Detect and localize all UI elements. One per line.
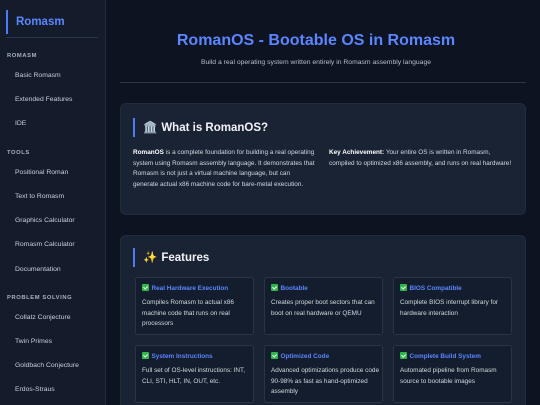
check-icon	[400, 284, 407, 291]
feature-title-text: Optimized Code	[280, 353, 330, 360]
sidebar-item-collatz-conjecture[interactable]: Collatz Conjecture	[15, 314, 71, 321]
feature-description: Advanced optimizations produce code 90-9…	[271, 367, 379, 396]
feature-title: Optimized Code	[271, 352, 329, 360]
feature-description: Automated pipeline from Romasm source to…	[400, 367, 497, 385]
sidebar-item-romasm-calculator[interactable]: Romasm Calculator	[15, 241, 75, 248]
sparkles-icon: ✨	[143, 250, 158, 264]
feature-title-text: Bootable	[280, 285, 308, 292]
feature-title: BIOS Compatible	[400, 284, 462, 292]
feature-title-text: Real Hardware Execution	[151, 285, 229, 292]
feature-real-hardware: Real Hardware Execution Compiles Romasm …	[135, 277, 254, 335]
feature-description: Complete BIOS interrupt library for hard…	[400, 299, 499, 317]
page-subtitle: Build a real operating system written en…	[200, 59, 432, 66]
about-card: 🏛️ What is RomanOS? RomanOS is a complete…	[120, 103, 526, 215]
check-icon	[142, 284, 149, 291]
feature-system-instructions: System Instructions Full set of OS-level…	[135, 345, 254, 403]
about-left-bold: RomanOS	[133, 149, 164, 156]
sidebar: Romasm ROMASM Basic Romasm Extended Feat…	[0, 0, 106, 405]
sidebar-item-documentation[interactable]: Documentation	[15, 266, 61, 273]
feature-complete-build-system: Complete Build System Automated pipeline…	[393, 345, 512, 403]
feature-title-text: Complete Build System	[409, 353, 481, 360]
sidebar-item-extended-features[interactable]: Extended Features	[15, 96, 72, 103]
sidebar-section-tools: TOOLS	[7, 150, 30, 156]
sidebar-brand[interactable]: Romasm	[6, 10, 100, 34]
feature-title-text: BIOS Compatible	[409, 285, 462, 292]
feature-title: Real Hardware Execution	[142, 284, 228, 292]
sidebar-divider	[6, 37, 98, 38]
features-title-text: Features	[161, 252, 210, 264]
feature-title: Complete Build System	[400, 352, 481, 360]
sidebar-item-positional-roman[interactable]: Positional Roman	[15, 169, 68, 176]
feature-optimized-code: Optimized Code Advanced optimizations pr…	[264, 345, 383, 403]
feature-description: Creates proper boot sectors that can boo…	[271, 299, 375, 317]
feature-description: Compiles Romasm to actual x86 machine co…	[142, 299, 234, 328]
sidebar-item-text-to-romasm[interactable]: Text to Romasm	[15, 193, 64, 200]
feature-bootable: Bootable Creates proper boot sectors tha…	[264, 277, 383, 335]
main-content: RomanOS - Bootable OS in Romasm Build a …	[106, 0, 540, 405]
about-description: RomanOS is a complete foundation for bui…	[133, 148, 315, 190]
header-divider	[120, 82, 526, 83]
feature-bios-compatible: BIOS Compatible Complete BIOS interrupt …	[393, 277, 512, 335]
feature-title: System Instructions	[142, 352, 213, 360]
sidebar-item-erdos-straus[interactable]: Erdos-Straus	[15, 386, 55, 393]
sidebar-item-basic-romasm[interactable]: Basic Romasm	[15, 72, 61, 79]
about-title-text: What is RomanOS?	[161, 122, 269, 134]
feature-title-text: System Instructions	[151, 353, 213, 360]
sidebar-item-goldbach-conjecture[interactable]: Goldbach Conjecture	[15, 362, 79, 369]
page-title: RomanOS - Bootable OS in Romasm	[176, 32, 456, 49]
about-card-title: 🏛️ What is RomanOS?	[133, 118, 268, 137]
sidebar-section-problem-solving: PROBLEM SOLVING	[7, 295, 73, 301]
sidebar-item-graphics-calculator[interactable]: Graphics Calculator	[15, 217, 75, 224]
about-right-bold: Key Achievement:	[329, 149, 385, 156]
check-icon	[271, 352, 278, 359]
about-achievement: Key Achievement: Your entire OS is writt…	[329, 148, 517, 169]
sidebar-item-ide[interactable]: IDE	[15, 120, 26, 127]
building-icon: 🏛️	[143, 120, 158, 134]
check-icon	[271, 284, 278, 291]
feature-description: Full set of OS-level instructions: INT, …	[142, 367, 245, 385]
check-icon	[142, 352, 149, 359]
features-card-title: ✨ Features	[133, 248, 209, 267]
check-icon	[400, 352, 407, 359]
sidebar-section-romasm: ROMASM	[7, 53, 38, 59]
features-card: ✨ Features Real Hardware Execution Compil…	[120, 235, 526, 405]
feature-title: Bootable	[271, 284, 308, 292]
sidebar-item-twin-primes[interactable]: Twin Primes	[15, 338, 52, 345]
